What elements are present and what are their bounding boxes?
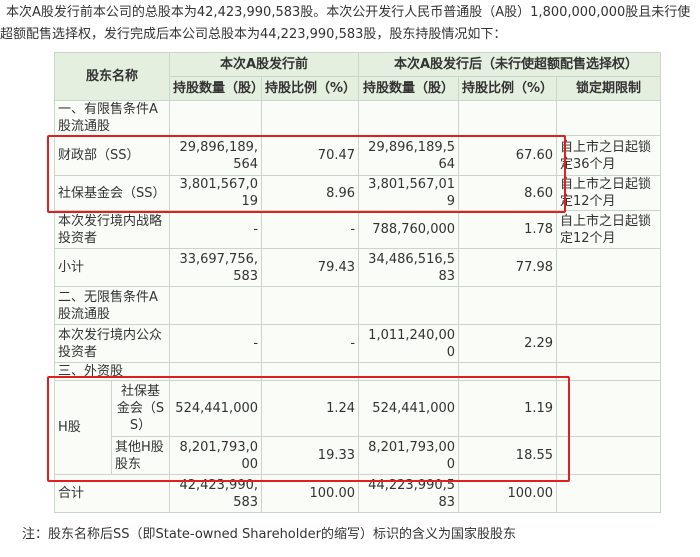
qty-after: 8,201,793,000 bbox=[358, 436, 460, 475]
shareholding-table: 股东名称 本次A股发行前 本次A股发行后（未行使超额配售选择权） 持股数量（股）… bbox=[53, 52, 662, 513]
qty-after: 1,011,240,000 bbox=[358, 324, 460, 363]
intro-text: 本次A股发行前本公司的总股本为42,423,990,583股。本次公开发行人民币… bbox=[0, 2, 700, 46]
row-name: 其他H股股东 bbox=[110, 436, 171, 475]
table-row: 小计 33,697,756,583 79.43 34,486,516,583 7… bbox=[53, 248, 662, 287]
table-row: 其他H股股东 8,201,793,000 19.33 8,201,793,000… bbox=[55, 436, 662, 475]
table-row: H股 社保基金会（SS） 524,441,000 1.24 524,441,00… bbox=[54, 380, 662, 475]
lockup bbox=[556, 380, 662, 437]
table-row: 本次发行境内公众投资者 - - 1,011,240,000 2.29 bbox=[53, 324, 662, 363]
ratio-after: 8.60 bbox=[458, 175, 558, 211]
qty-before: - bbox=[169, 324, 263, 363]
ratio-before: 19.33 bbox=[261, 436, 360, 475]
lockup: 自上市之日起锁定12个月 bbox=[556, 175, 662, 211]
header-qty-before: 持股数量（股） bbox=[169, 76, 263, 101]
qty-before: 42,423,990,583 bbox=[169, 474, 263, 513]
header-ratio-before: 持股比例（%） bbox=[261, 76, 360, 101]
header-ratio-after: 持股比例（%） bbox=[458, 76, 558, 101]
ratio-after: 2.29 bbox=[458, 324, 558, 363]
section-restricted-a: 一、有限售条件A股流通股 bbox=[53, 100, 171, 136]
intro-line-2: 超额配售选择权，发行完成后本公司总股本为44,223,990,583股，股东持股… bbox=[0, 27, 507, 42]
header-before-issue: 本次A股发行前 bbox=[169, 52, 360, 77]
row-name: 本次发行境内公众投资者 bbox=[53, 324, 171, 363]
header-qty-after: 持股数量（股） bbox=[358, 76, 460, 101]
ratio-before: 79.43 bbox=[261, 248, 360, 287]
qty-after: 3,801,567,019 bbox=[358, 175, 460, 211]
ratio-before: - bbox=[261, 324, 360, 363]
ratio-before: 1.24 bbox=[261, 380, 360, 437]
qty-after: 44,223,990,583 bbox=[358, 474, 460, 513]
qty-before: 33,697,756,583 bbox=[169, 248, 263, 287]
ratio-after: 18.55 bbox=[458, 436, 558, 475]
qty-before: - bbox=[169, 210, 263, 249]
intro-line-1: 本次A股发行前本公司的总股本为42,423,990,583股。本次公开发行人民币… bbox=[6, 5, 691, 20]
lockup: 自上市之日起锁定12个月 bbox=[556, 210, 662, 249]
ratio-after: 100.00 bbox=[458, 474, 558, 513]
qty-before: 524,441,000 bbox=[169, 380, 263, 437]
section-foreign-shares: 三、外资股 bbox=[53, 362, 171, 381]
section-unrestricted-a: 二、无限售条件A股流通股 bbox=[53, 286, 171, 325]
table-row: 合计 42,423,990,583 100.00 44,223,990,583 … bbox=[53, 474, 662, 513]
ratio-before: 8.96 bbox=[261, 175, 360, 211]
ratio-after: 1.78 bbox=[458, 210, 558, 249]
row-name: 小计 bbox=[53, 248, 171, 287]
ratio-after: 1.19 bbox=[458, 380, 558, 437]
qty-before: 8,201,793,000 bbox=[169, 436, 263, 475]
row-name: 社保基金会（SS） bbox=[110, 380, 171, 437]
table-row: 一、有限售条件A股流通股 bbox=[53, 100, 662, 136]
qty-after: 788,760,000 bbox=[358, 210, 460, 249]
table-row: 社保基金会（SS） 3,801,567,019 8.96 3,801,567,0… bbox=[53, 175, 662, 211]
row-name: 合计 bbox=[53, 474, 171, 513]
lockup bbox=[556, 436, 662, 475]
header-lockup: 锁定期限制 bbox=[556, 76, 662, 101]
ratio-after: 77.98 bbox=[458, 248, 558, 287]
table-row: 本次发行境内战略投资者 - - 788,760,000 1.78 自上市之日起锁… bbox=[53, 210, 662, 249]
table-row: 财政部（SS） 29,896,189,564 70.47 29,896,189,… bbox=[53, 135, 662, 176]
ratio-before: 100.00 bbox=[261, 474, 360, 513]
ratio-before: - bbox=[261, 210, 360, 249]
row-name: 财政部（SS） bbox=[53, 135, 171, 176]
qty-after: 524,441,000 bbox=[358, 380, 460, 437]
lockup: 自上市之日起锁定36个月 bbox=[556, 135, 662, 176]
lockup bbox=[556, 248, 662, 287]
lockup bbox=[556, 474, 662, 513]
footnote: 注：股东名称后SS（即State-owned Shareholder的缩写）标识… bbox=[22, 527, 516, 542]
table-row: 三、外资股 bbox=[53, 362, 662, 381]
table-row: 二、无限售条件A股流通股 bbox=[53, 286, 662, 325]
row-name: 本次发行境内战略投资者 bbox=[53, 210, 171, 249]
h-share-label: H股 bbox=[54, 380, 112, 475]
lockup bbox=[556, 324, 662, 363]
qty-before: 29,896,189,564 bbox=[169, 135, 263, 176]
row-name: 社保基金会（SS） bbox=[53, 175, 171, 211]
ratio-before: 70.47 bbox=[261, 135, 360, 176]
header-shareholder-name: 股东名称 bbox=[53, 52, 171, 101]
header-after-issue: 本次A股发行后（未行使超额配售选择权） bbox=[358, 52, 662, 77]
qty-after: 29,896,189,564 bbox=[358, 135, 460, 176]
qty-before: 3,801,567,019 bbox=[169, 175, 263, 211]
ratio-after: 67.60 bbox=[458, 135, 558, 176]
qty-after: 34,486,516,583 bbox=[358, 248, 460, 287]
